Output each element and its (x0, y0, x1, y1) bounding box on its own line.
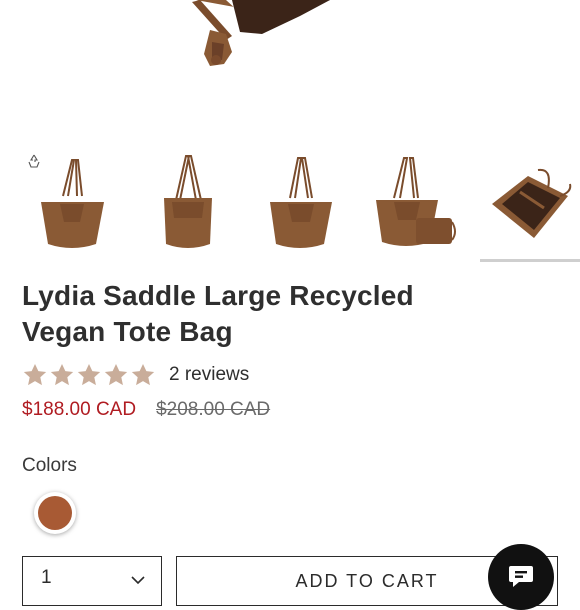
thumbnail-5[interactable] (480, 148, 580, 262)
color-swatch-selected[interactable] (34, 492, 76, 534)
product-title: Lydia Saddle Large Recycled Vegan Tote B… (22, 278, 542, 350)
main-product-image[interactable] (0, 0, 580, 140)
thumbnail-1[interactable] (20, 148, 120, 254)
compare-at-price: $208.00 CAD (156, 399, 271, 420)
product-title-line-1: Lydia Saddle Large Recycled (22, 280, 414, 311)
color-swatch-fill (38, 496, 72, 530)
quantity-select[interactable]: 1 (22, 556, 162, 606)
rating: 2 reviews (22, 361, 249, 389)
star-icon (77, 363, 101, 386)
quantity-value: 1 (41, 567, 52, 588)
star-icon (104, 363, 128, 386)
chevron-down-icon (131, 576, 145, 585)
star-icon (50, 363, 74, 386)
chat-button[interactable] (488, 544, 554, 610)
star-icon (131, 363, 155, 386)
price-row: $188.00 CAD $208.00 CAD (22, 399, 270, 421)
thumbnail-4[interactable] (360, 148, 460, 254)
colors-label: Colors (22, 455, 77, 476)
chat-icon (509, 566, 533, 587)
thumbnail-strip (0, 140, 580, 262)
thumbnail-3[interactable] (250, 148, 350, 254)
star-icon (23, 363, 47, 386)
reviews-link[interactable]: 2 reviews (169, 364, 249, 386)
product-title-line-2: Vegan Tote Bag (22, 316, 233, 347)
sale-price: $188.00 CAD (22, 399, 137, 420)
thumbnail-2[interactable] (138, 148, 238, 254)
